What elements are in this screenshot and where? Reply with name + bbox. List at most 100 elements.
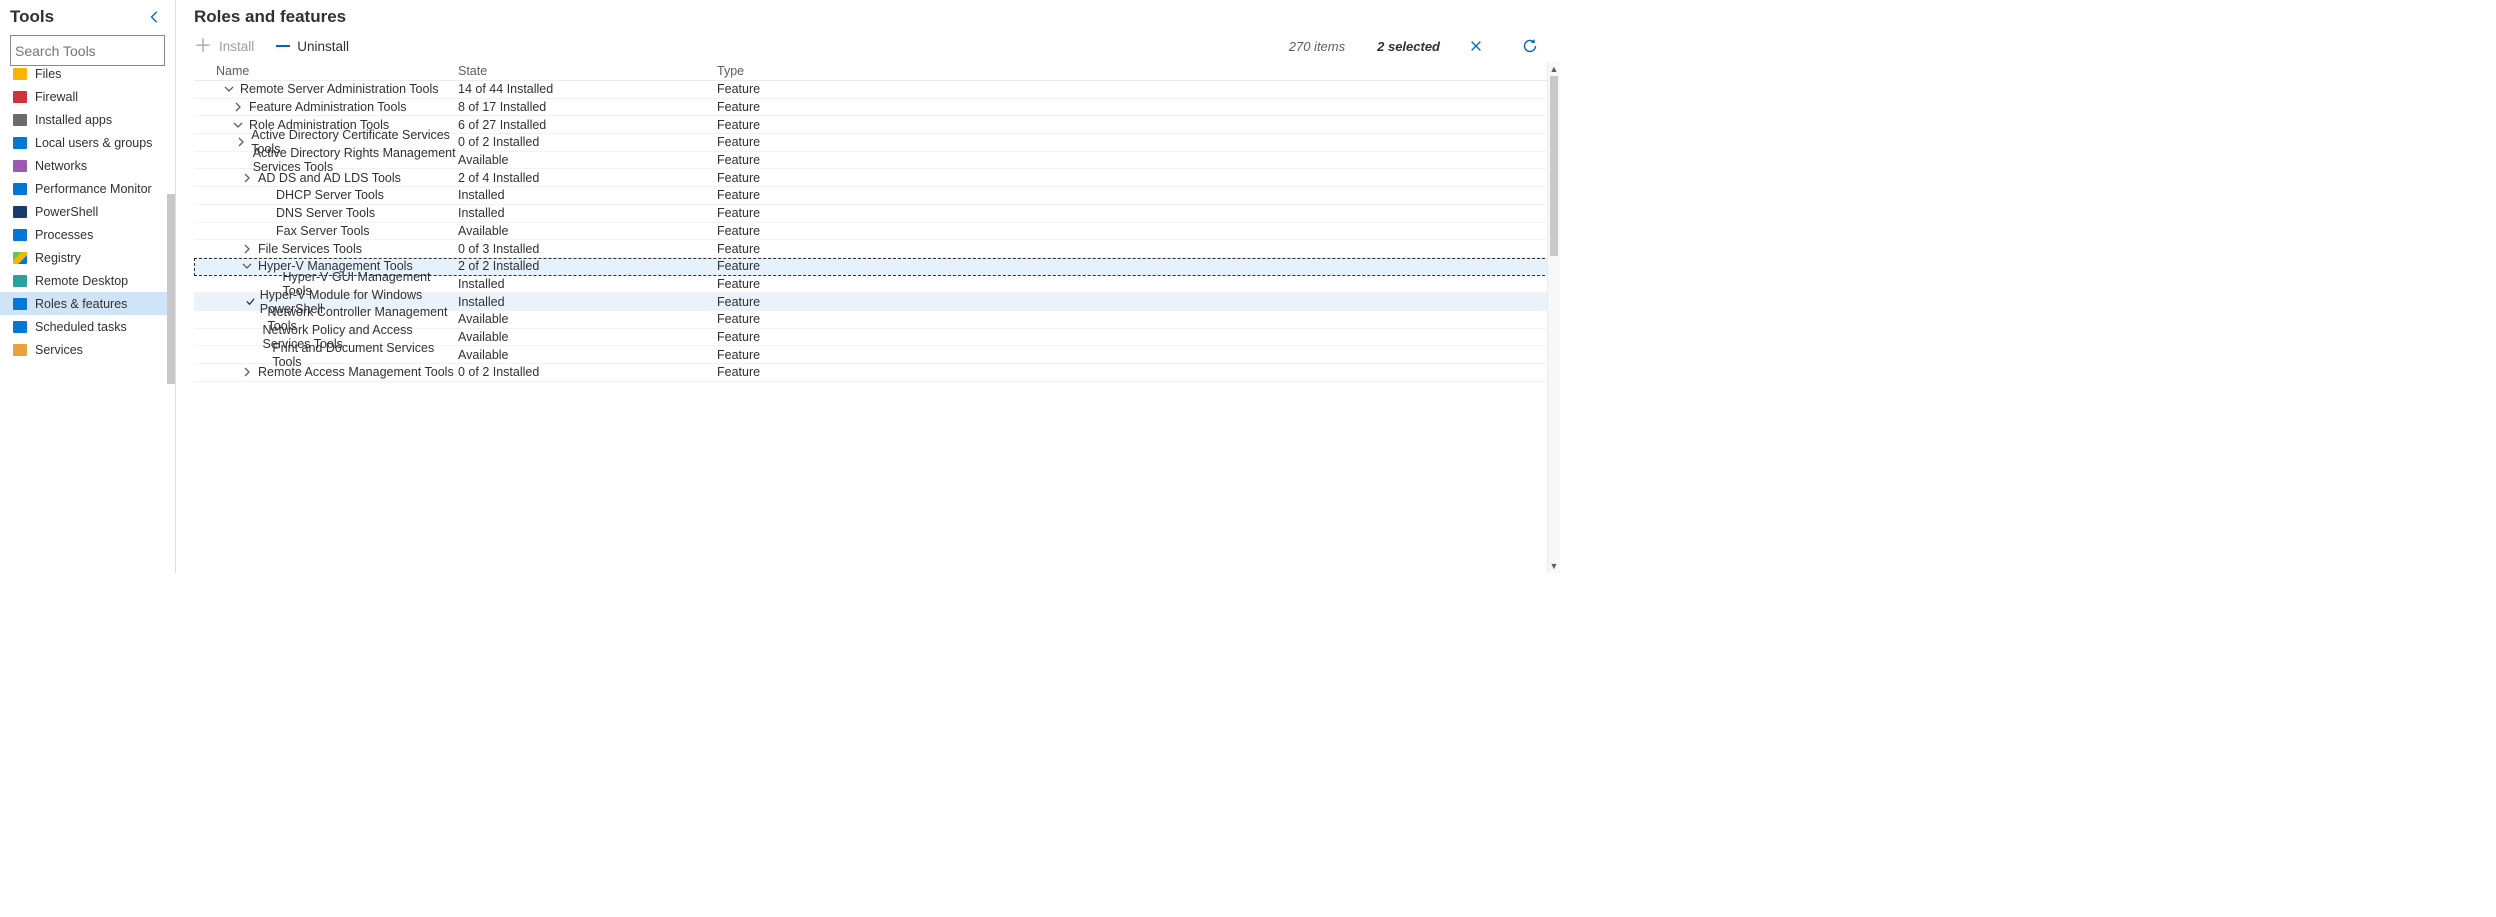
chevron-right-icon[interactable]	[235, 137, 248, 147]
sidebar-scrollbar-thumb[interactable]	[167, 194, 175, 384]
row-type: Feature	[717, 100, 1546, 114]
row-type: Feature	[717, 295, 1546, 309]
sidebar-item-scheduled-tasks[interactable]: Scheduled tasks	[0, 315, 175, 338]
scroll-up-icon[interactable]: ▲	[1548, 62, 1560, 76]
row-type: Feature	[717, 365, 1546, 379]
chevron-down-icon[interactable]	[231, 120, 245, 130]
row-type: Feature	[717, 312, 1546, 326]
sidebar-item-label: Roles & features	[35, 297, 165, 311]
sidebar-item-files[interactable]: Files	[0, 62, 175, 85]
sidebar-item-powershell[interactable]: PowerShell	[0, 200, 175, 223]
sidebar-item-remote-desktop[interactable]: Remote Desktop	[0, 269, 175, 292]
row-state: 6 of 27 Installed	[458, 118, 717, 132]
chevron-right-icon[interactable]	[240, 244, 254, 254]
sidebar-item-label: Networks	[35, 159, 165, 173]
sidebar-icon	[12, 89, 27, 104]
row-type: Feature	[717, 153, 1546, 167]
row-state: 0 of 2 Installed	[458, 135, 717, 149]
column-state[interactable]: State	[458, 64, 717, 78]
row-state: Installed	[458, 188, 717, 202]
sidebar-icon	[12, 204, 27, 219]
sidebar-item-services[interactable]: Services	[0, 338, 175, 361]
row-state: Available	[458, 330, 717, 344]
chevron-right-icon[interactable]	[240, 173, 254, 183]
table-row[interactable]: Active Directory Rights Management Servi…	[194, 152, 1560, 170]
collapse-sidebar-button[interactable]	[145, 7, 165, 27]
row-type: Feature	[717, 82, 1546, 96]
sidebar-icon	[12, 296, 27, 311]
toolbar: ＋ Install Uninstall 270 items 2 selected	[194, 31, 1560, 61]
sidebar-item-registry[interactable]: Registry	[0, 246, 175, 269]
sidebar-icon	[12, 227, 27, 242]
sidebar-icon	[12, 66, 27, 81]
table-row[interactable]: DNS Server ToolsInstalledFeature	[194, 205, 1560, 223]
grid-header: Name State Type	[194, 62, 1560, 81]
row-state: 14 of 44 Installed	[458, 82, 717, 96]
uninstall-label: Uninstall	[297, 39, 349, 54]
table-row[interactable]: Print and Document Services ToolsAvailab…	[194, 346, 1560, 364]
row-state: 2 of 4 Installed	[458, 171, 717, 185]
clear-selection-button[interactable]	[1466, 36, 1486, 56]
row-name: File Services Tools	[258, 242, 362, 256]
search-tools-input[interactable]	[15, 43, 196, 59]
row-type: Feature	[717, 135, 1546, 149]
sidebar-item-label: Remote Desktop	[35, 274, 165, 288]
table-row[interactable]: Feature Administration Tools8 of 17 Inst…	[194, 99, 1560, 117]
chevron-down-icon[interactable]	[222, 84, 236, 94]
refresh-button[interactable]	[1520, 36, 1540, 56]
grid-scrollbar-thumb[interactable]	[1550, 76, 1558, 256]
sidebar-scroll-area[interactable]: Files Firewall Installed apps Local users &…	[0, 60, 175, 573]
sidebar-icon	[12, 135, 27, 150]
row-type: Feature	[717, 188, 1546, 202]
row-state: Available	[458, 153, 717, 167]
chevron-down-icon[interactable]	[240, 261, 254, 271]
row-type: Feature	[717, 259, 1546, 273]
grid-scrollbar[interactable]: ▲ ▼	[1547, 62, 1560, 573]
table-row[interactable]: DHCP Server ToolsInstalledFeature	[194, 187, 1560, 205]
row-state: Installed	[458, 277, 717, 291]
item-count: 270 items	[1289, 39, 1345, 54]
minus-icon	[276, 45, 290, 47]
tools-sidebar: Tools FilesFirewallInstalled appsLocal u…	[0, 0, 176, 573]
sidebar-item-roles-features[interactable]: Roles & features	[0, 292, 175, 315]
sidebar-item-label: Registry	[35, 251, 165, 265]
sidebar-item-networks[interactable]: Networks	[0, 154, 175, 177]
table-row[interactable]: File Services Tools0 of 3 InstalledFeatu…	[194, 240, 1560, 258]
install-button[interactable]: ＋ Install	[194, 37, 254, 55]
sidebar-scrollbar[interactable]	[167, 58, 175, 573]
table-row[interactable]: Remote Access Management Tools0 of 2 Ins…	[194, 364, 1560, 382]
row-type: Feature	[717, 224, 1546, 238]
chevron-right-icon[interactable]	[240, 367, 254, 377]
grid-body[interactable]: Remote Server Administration Tools 14 of …	[194, 81, 1560, 573]
sidebar-item-installed-apps[interactable]: Installed apps	[0, 108, 175, 131]
row-state: Available	[458, 348, 717, 362]
table-row[interactable]: AD DS and AD LDS Tools2 of 4 InstalledFe…	[194, 169, 1560, 187]
column-name[interactable]: Name	[194, 64, 458, 78]
plus-icon: ＋	[194, 37, 212, 55]
table-row[interactable]: Remote Server Administration Tools 14 of …	[194, 81, 1560, 99]
uninstall-button[interactable]: Uninstall	[276, 39, 349, 54]
sidebar-item-firewall[interactable]: Firewall	[0, 85, 175, 108]
scroll-down-icon[interactable]: ▼	[1548, 559, 1560, 573]
main-panel: Roles and features ＋ Install Uninstall 2…	[176, 0, 1560, 573]
column-type[interactable]: Type	[717, 64, 1546, 78]
row-state: 0 of 3 Installed	[458, 242, 717, 256]
row-type: Feature	[717, 277, 1546, 291]
install-label: Install	[219, 39, 254, 54]
sidebar-item-label: Services	[35, 343, 165, 357]
chevron-right-icon[interactable]	[231, 102, 245, 112]
sidebar-icon	[12, 250, 27, 265]
sidebar-item-local-users-groups[interactable]: Local users & groups	[0, 131, 175, 154]
sidebar-item-performance-monitor[interactable]: Performance Monitor	[0, 177, 175, 200]
row-state: Installed	[458, 206, 717, 220]
sidebar-icon	[12, 181, 27, 196]
table-row[interactable]: Fax Server ToolsAvailableFeature	[194, 223, 1560, 241]
sidebar-item-processes[interactable]: Processes	[0, 223, 175, 246]
row-name: Remote Server Administration Tools	[240, 82, 438, 96]
row-type: Feature	[717, 348, 1546, 362]
sidebar-item-label: Firewall	[35, 90, 165, 104]
row-state: Available	[458, 224, 717, 238]
sidebar-item-label: Local users & groups	[35, 136, 165, 150]
selected-count: 2 selected	[1377, 39, 1440, 54]
row-name: DNS Server Tools	[276, 206, 375, 220]
